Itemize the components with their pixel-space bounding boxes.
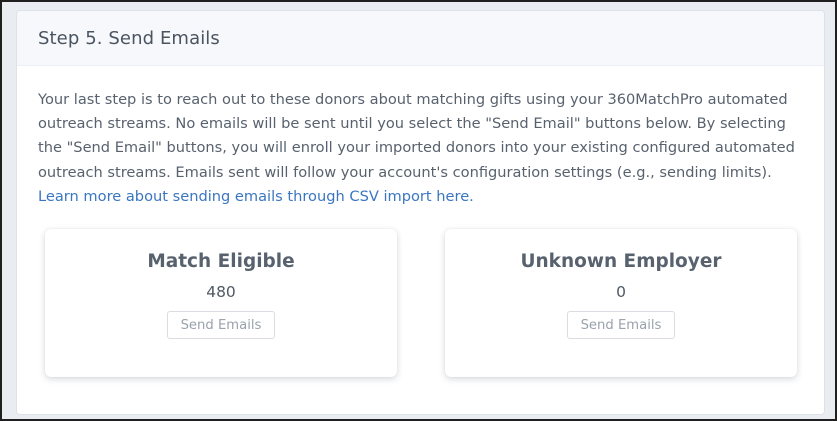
send-emails-button[interactable]: Send Emails	[166, 311, 276, 339]
send-emails-button[interactable]: Send Emails	[566, 311, 676, 339]
panel-title: Step 5. Send Emails	[38, 27, 220, 49]
donor-count: 480	[206, 283, 236, 301]
step-panel: Step 5. Send Emails Your last step is to…	[16, 10, 825, 415]
learn-more-link[interactable]: Learn more about sending emails through …	[38, 188, 474, 205]
audience-cards: Match Eligible 480 Send Emails Unknown E…	[45, 229, 797, 377]
intro-text: Your last step is to reach out to these …	[38, 91, 795, 181]
window-frame: Step 5. Send Emails Your last step is to…	[0, 0, 837, 421]
intro-paragraph: Your last step is to reach out to these …	[38, 88, 808, 209]
panel-header: Step 5. Send Emails	[17, 11, 824, 66]
card-title: Unknown Employer	[520, 251, 722, 272]
donor-count: 0	[616, 283, 626, 301]
panel-body: Your last step is to reach out to these …	[17, 66, 824, 209]
match-eligible-card: Match Eligible 480 Send Emails	[45, 229, 397, 377]
card-title: Match Eligible	[147, 251, 295, 272]
unknown-employer-card: Unknown Employer 0 Send Emails	[445, 229, 797, 377]
